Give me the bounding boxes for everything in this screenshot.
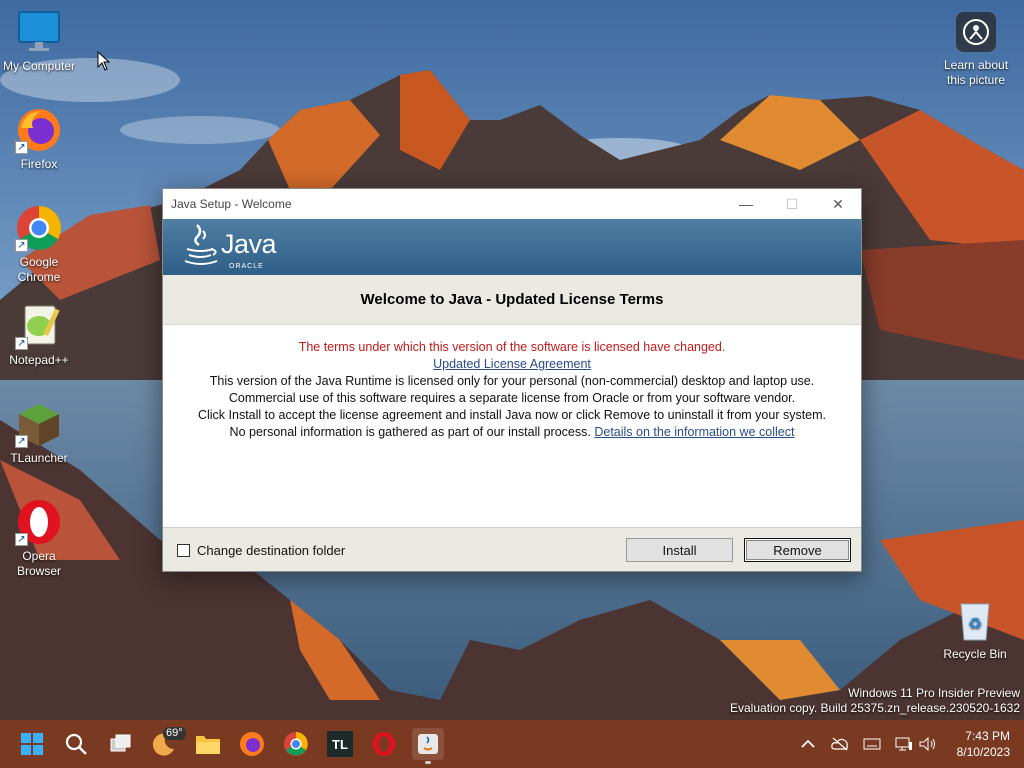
minecraft-block-icon: ↗ [15,400,63,448]
taskbar-firefox[interactable] [236,728,268,760]
desktop-icon-label: Recycle Bin [943,647,1007,661]
keyboard-icon [863,738,881,750]
taskbar-java-setup[interactable] [412,728,444,764]
maximize-button: ☐ [785,195,799,212]
details-information-link[interactable]: Details on the information we collect [594,425,794,439]
firefox-icon [240,732,264,756]
network-tray[interactable] [894,734,914,754]
license-para-install-remove: Click Install to accept the license agre… [197,408,827,422]
watermark-line1: Windows 11 Pro Insider Preview [848,686,1020,700]
desktop-icon-label: My Computer [2,59,76,73]
shortcut-arrow-icon: ↗ [15,337,28,350]
show-hidden-icons-button[interactable] [798,734,818,754]
license-para-privacy: No personal information is gathered as p… [192,424,832,441]
desktop-icon-tlauncher[interactable]: ↗ TLauncher [0,400,78,466]
desktop-icon-label: Opera Browser [16,549,61,578]
learn-about-picture[interactable]: Learn about this picture [934,12,1018,88]
opera-icon: ↗ [15,498,63,546]
folder-icon [196,736,220,754]
camera-info-icon [956,12,996,52]
change-destination-checkbox[interactable] [177,544,190,557]
monitor-icon [15,8,63,56]
desktop-icon-opera[interactable]: ↗ Opera Browser [0,498,78,579]
install-button[interactable]: Install [626,538,733,562]
firefox-icon: ↗ [15,106,63,154]
updated-license-agreement-link[interactable]: Updated License Agreement [433,357,591,371]
clock-date: 8/10/2023 [956,745,1010,759]
chrome-icon: ↗ [15,204,63,252]
close-button[interactable]: ✕ [815,189,861,219]
license-para-commercial: Commercial use of this software requires… [228,391,796,405]
shortcut-arrow-icon: ↗ [15,239,28,252]
privacy-text: No personal information is gathered as p… [229,425,591,439]
desktop-icon-chrome[interactable]: ↗ Google Chrome [0,204,78,285]
desktop-icon-label: Firefox [20,157,58,171]
opera-icon [373,732,395,756]
task-view-icon [110,734,131,752]
license-para-personal-use: This version of the Java Runtime is lice… [209,374,815,388]
mouse-cursor-icon [97,51,111,71]
dialog-heading: Welcome to Java - Updated License Terms [163,275,861,325]
taskbar-tlauncher[interactable]: TL [324,728,356,760]
shortcut-arrow-icon: ↗ [15,533,28,546]
change-destination-label[interactable]: Change destination folder [197,543,345,558]
watermark-line2: Evaluation copy. Build 25375.zn_release.… [730,701,1020,715]
desktop-icon-label: Notepad++ [9,353,69,367]
clock-time: 7:43 PM [965,729,1010,743]
network-icon [895,737,912,751]
start-button[interactable] [16,728,48,760]
speaker-icon [919,737,935,751]
active-indicator [425,761,431,764]
license-content: The terms under which this version of th… [163,325,861,527]
cloud-off-icon [831,737,848,751]
remove-button[interactable]: Remove [744,538,851,562]
oracle-logo-text: ORACLE [229,263,264,270]
keyboard-tray[interactable] [862,734,882,754]
desktop-icon-recycle-bin[interactable]: ♻ Recycle Bin [936,596,1014,662]
windows-logo-icon [21,733,43,755]
chrome-icon [284,732,308,756]
desktop-icon-label: TLauncher [10,451,68,465]
volume-tray[interactable] [918,734,938,754]
onedrive-tray[interactable] [830,734,850,754]
java-installer-icon [418,734,438,754]
search-icon [65,733,87,755]
task-view-button[interactable] [104,728,136,760]
dialog-footer: Change destination folder Install Remove [163,527,861,571]
taskbar-opera[interactable] [368,728,400,760]
svg-text:♻: ♻ [968,614,982,633]
taskbar-clock[interactable]: 7:43 PM 8/10/2023 [957,728,1010,760]
desktop-icon-label: Google Chrome [17,255,61,284]
license-change-notice: The terms under which this version of th… [298,340,726,354]
taskbar: TL 7:43 PM 8/10/2023 [0,720,1024,768]
taskbar-chrome[interactable] [280,728,312,760]
minimize-button[interactable]: — [723,189,769,219]
shortcut-arrow-icon: ↗ [15,435,28,448]
java-banner: Java ORACLE [163,219,861,275]
notepadpp-icon: ↗ [15,302,63,350]
java-setup-dialog: Java Setup - Welcome — ☐ ✕ Java ORACLE W… [162,188,862,572]
weather-temperature-badge: 69° [163,727,186,740]
learn-label: Learn about this picture [943,58,1009,87]
dialog-titlebar[interactable]: Java Setup - Welcome — ☐ ✕ [163,189,861,219]
desktop-icon-firefox[interactable]: ↗ Firefox [0,106,78,172]
search-button[interactable] [60,728,92,760]
java-logo-text: Java [221,229,277,259]
taskbar-file-explorer[interactable] [192,728,224,760]
java-cup-icon [184,224,218,265]
recycle-bin-icon: ♻ [951,596,999,644]
desktop-icon-my-computer[interactable]: My Computer [0,8,78,74]
desktop-icon-notepadpp[interactable]: ↗ Notepad++ [0,302,78,368]
dialog-title: Java Setup - Welcome [171,197,292,211]
chevron-up-icon [801,739,815,748]
tlauncher-icon: TL [327,731,353,757]
windows-watermark: Windows 11 Pro Insider Preview Evaluatio… [730,686,1020,716]
shortcut-arrow-icon: ↗ [15,141,28,154]
